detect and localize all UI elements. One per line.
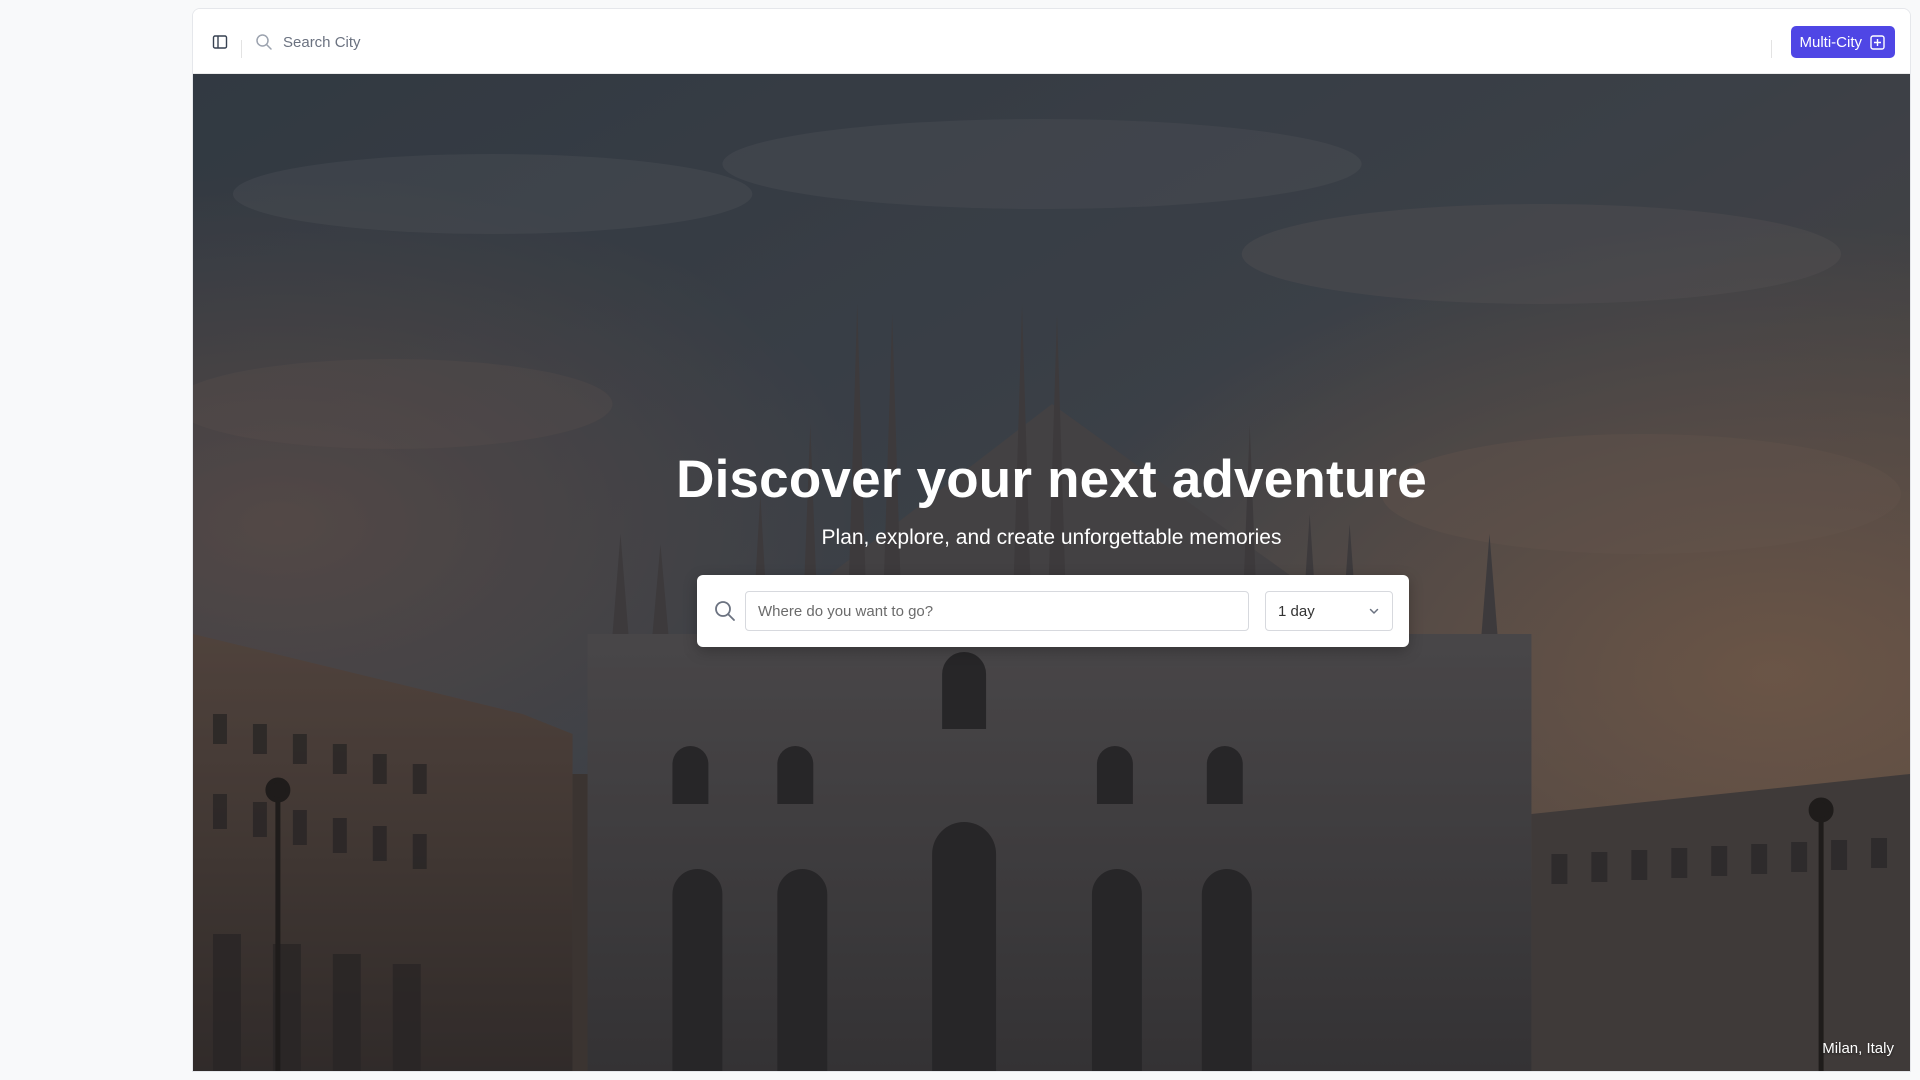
top-bar: Search City Multi-City bbox=[193, 9, 1910, 74]
hero-section: Discover your next adventure Plan, explo… bbox=[193, 74, 1910, 1071]
city-search-input[interactable]: Search City bbox=[255, 31, 361, 53]
chevron-down-icon bbox=[1369, 608, 1379, 614]
photo-location-caption: Milan, Italy bbox=[1822, 1040, 1894, 1057]
trip-duration-value: 1 day bbox=[1278, 602, 1315, 620]
app-window: Search City Multi-City Discover your nex… bbox=[192, 8, 1911, 1072]
plus-square-icon bbox=[1870, 34, 1885, 50]
destination-input[interactable] bbox=[745, 591, 1249, 631]
destination-search-card: 1 day bbox=[697, 575, 1409, 647]
multi-city-button[interactable]: Multi-City bbox=[1790, 26, 1895, 58]
sidebar-toggle-icon bbox=[212, 35, 228, 49]
hero-background-image bbox=[193, 74, 1910, 1071]
city-search-placeholder: Search City bbox=[283, 33, 361, 51]
sidebar-toggle-button[interactable] bbox=[210, 32, 230, 52]
multi-city-label: Multi-City bbox=[1799, 33, 1863, 51]
search-icon bbox=[256, 34, 272, 50]
search-icon bbox=[715, 601, 735, 621]
trip-duration-select[interactable]: 1 day bbox=[1265, 591, 1393, 631]
topbar-divider bbox=[241, 40, 242, 58]
topbar-divider-right bbox=[1771, 40, 1772, 58]
hero-subtitle: Plan, explore, and create unforgettable … bbox=[821, 526, 1282, 549]
hero-title: Discover your next adventure bbox=[676, 450, 1427, 509]
